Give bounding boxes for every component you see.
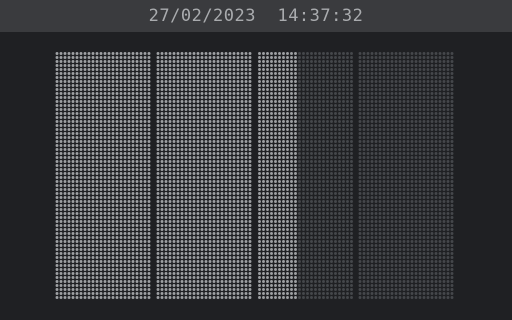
- clock-screen: 27/02/2023 14:37:32: [0, 0, 512, 320]
- dot-matrix-column-2: [156, 51, 252, 300]
- dot-matrix-svg: [55, 52, 151, 299]
- top-bar: 27/02/2023 14:37:32: [0, 0, 512, 32]
- dot-matrix-svg: [358, 52, 454, 299]
- datetime-label: 27/02/2023 14:37:32: [148, 6, 364, 26]
- dot-matrix-column-1: [55, 51, 151, 300]
- dot-matrix-column-4: [358, 51, 454, 300]
- dot-matrix-svg: [156, 52, 252, 299]
- dot-matrix-svg: [258, 52, 353, 299]
- dot-matrix-column-3: [257, 51, 354, 300]
